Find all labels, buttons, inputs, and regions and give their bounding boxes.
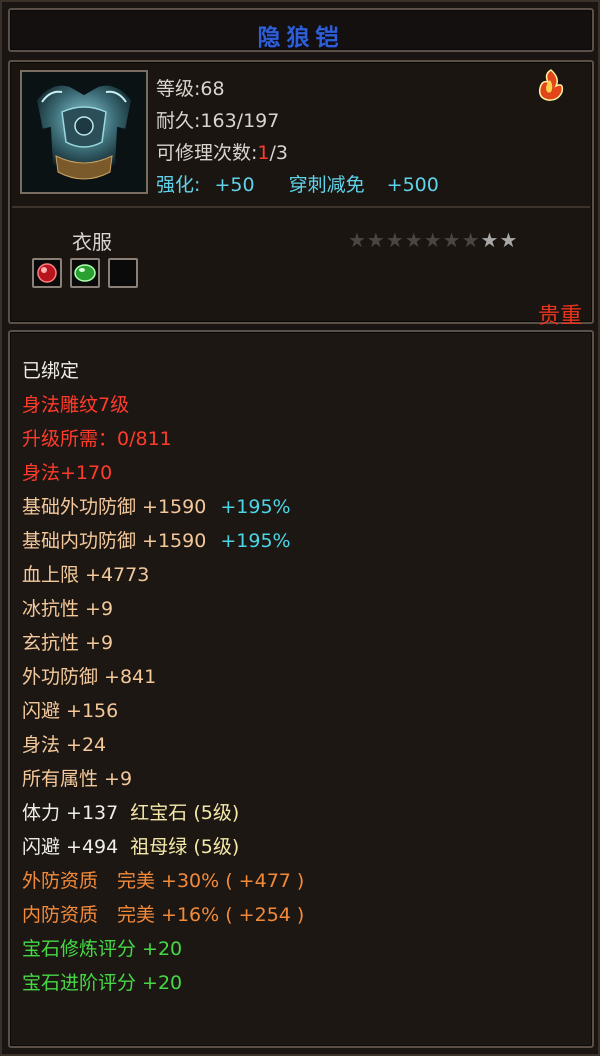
base-ext-def-pct: +195%: [220, 496, 291, 518]
red-gem-icon[interactable]: [32, 258, 62, 288]
item-title: 隐狼铠: [257, 25, 345, 51]
base-ext-def-line: 基础外功防御 +1590 +195%: [22, 492, 291, 519]
item-type-label: 衣服: [72, 230, 112, 254]
strengthen-label: 强化:: [156, 174, 201, 196]
empty-slot-icon[interactable]: [108, 258, 138, 288]
pierce-value: +500: [386, 174, 439, 196]
ext-def-line: 外功防御 +841: [22, 666, 157, 688]
item-info-panel: 等级:68 耐久:163/197 可修理次数:1/3 强化: +50 穿刺减免 …: [8, 60, 594, 329]
rarity-label: 贵重: [537, 304, 582, 329]
level-value: :68: [194, 78, 225, 100]
repair-line: 可修理次数:1/3: [156, 142, 289, 164]
upgrade-line: 升级所需：0/811: [22, 428, 172, 450]
green-gem-icon[interactable]: [70, 258, 100, 288]
attributes-panel: 已绑定 身法雕纹7级 升级所需：0/811 身法+170 基础外功防御 +159…: [8, 330, 594, 1048]
xuan-res-line: 玄抗性 +9: [22, 632, 114, 654]
stars-dim: ★★★★★★★: [348, 228, 481, 252]
ext-quality-line: 外防资质 完美 +30% ( +477 ): [22, 870, 305, 892]
flame-icon: [534, 68, 568, 102]
dodge-line: 闪避 +156: [22, 700, 119, 722]
gem1-label: 红宝石 (5级): [130, 802, 240, 824]
durability-value: :163/197: [194, 110, 280, 132]
stars-lit: ★★: [480, 228, 519, 252]
dodge2-value: 闪避 +494: [22, 836, 119, 858]
engraving-line: 身法雕纹7级: [22, 394, 130, 416]
armor-icon: [20, 70, 148, 194]
title-bar: 隐狼铠: [8, 8, 594, 52]
repair-current: 1: [257, 142, 270, 164]
gem2-label: 祖母绿 (5级): [130, 836, 240, 858]
agility-bonus-line: 身法+170: [22, 462, 113, 484]
durability-line: 耐久:163/197: [156, 106, 279, 133]
ice-res-line: 冰抗性 +9: [22, 598, 114, 620]
stamina-value: 体力 +137: [22, 802, 119, 824]
base-int-def-line: 基础内功防御 +1590 +195%: [22, 526, 291, 553]
base-int-def-value: 基础内功防御 +1590: [22, 530, 207, 552]
base-ext-def-value: 基础外功防御 +1590: [22, 496, 207, 518]
repair-total: /3: [269, 142, 289, 164]
gem-refine-line: 宝石修炼评分 +20: [22, 938, 183, 960]
star-rating: ★★★★★★★★★: [348, 228, 518, 252]
level-label: 等级: [156, 78, 195, 100]
all-attr-line: 所有属性 +9: [22, 768, 133, 790]
tooltip-frame: 隐狼铠 等级:68 耐久:163/197 可修理次数:1/3 强化: +50 穿…: [0, 0, 600, 1056]
strengthen-value: +50: [214, 174, 255, 196]
hp-max-line: 血上限 +4773: [22, 564, 150, 586]
durability-label: 耐久: [156, 110, 195, 132]
dodge-gem-line: 闪避 +494 祖母绿 (5级): [22, 832, 239, 859]
agility-line: 身法 +24: [22, 734, 107, 756]
level-line: 等级:68: [156, 74, 225, 101]
int-quality-line: 内防资质 完美 +16% ( +254 ): [22, 904, 305, 926]
info-divider: [12, 206, 590, 208]
strengthen-line: 强化: +50 穿刺减免 +500: [156, 170, 439, 197]
repair-label: 可修理次数: [156, 142, 252, 164]
pierce-label: 穿刺减免: [288, 174, 365, 196]
bound-status: 已绑定: [22, 360, 80, 382]
base-int-def-pct: +195%: [220, 530, 291, 552]
gem-advance-line: 宝石进阶评分 +20: [22, 972, 183, 994]
stamina-gem-line: 体力 +137 红宝石 (5级): [22, 798, 239, 825]
